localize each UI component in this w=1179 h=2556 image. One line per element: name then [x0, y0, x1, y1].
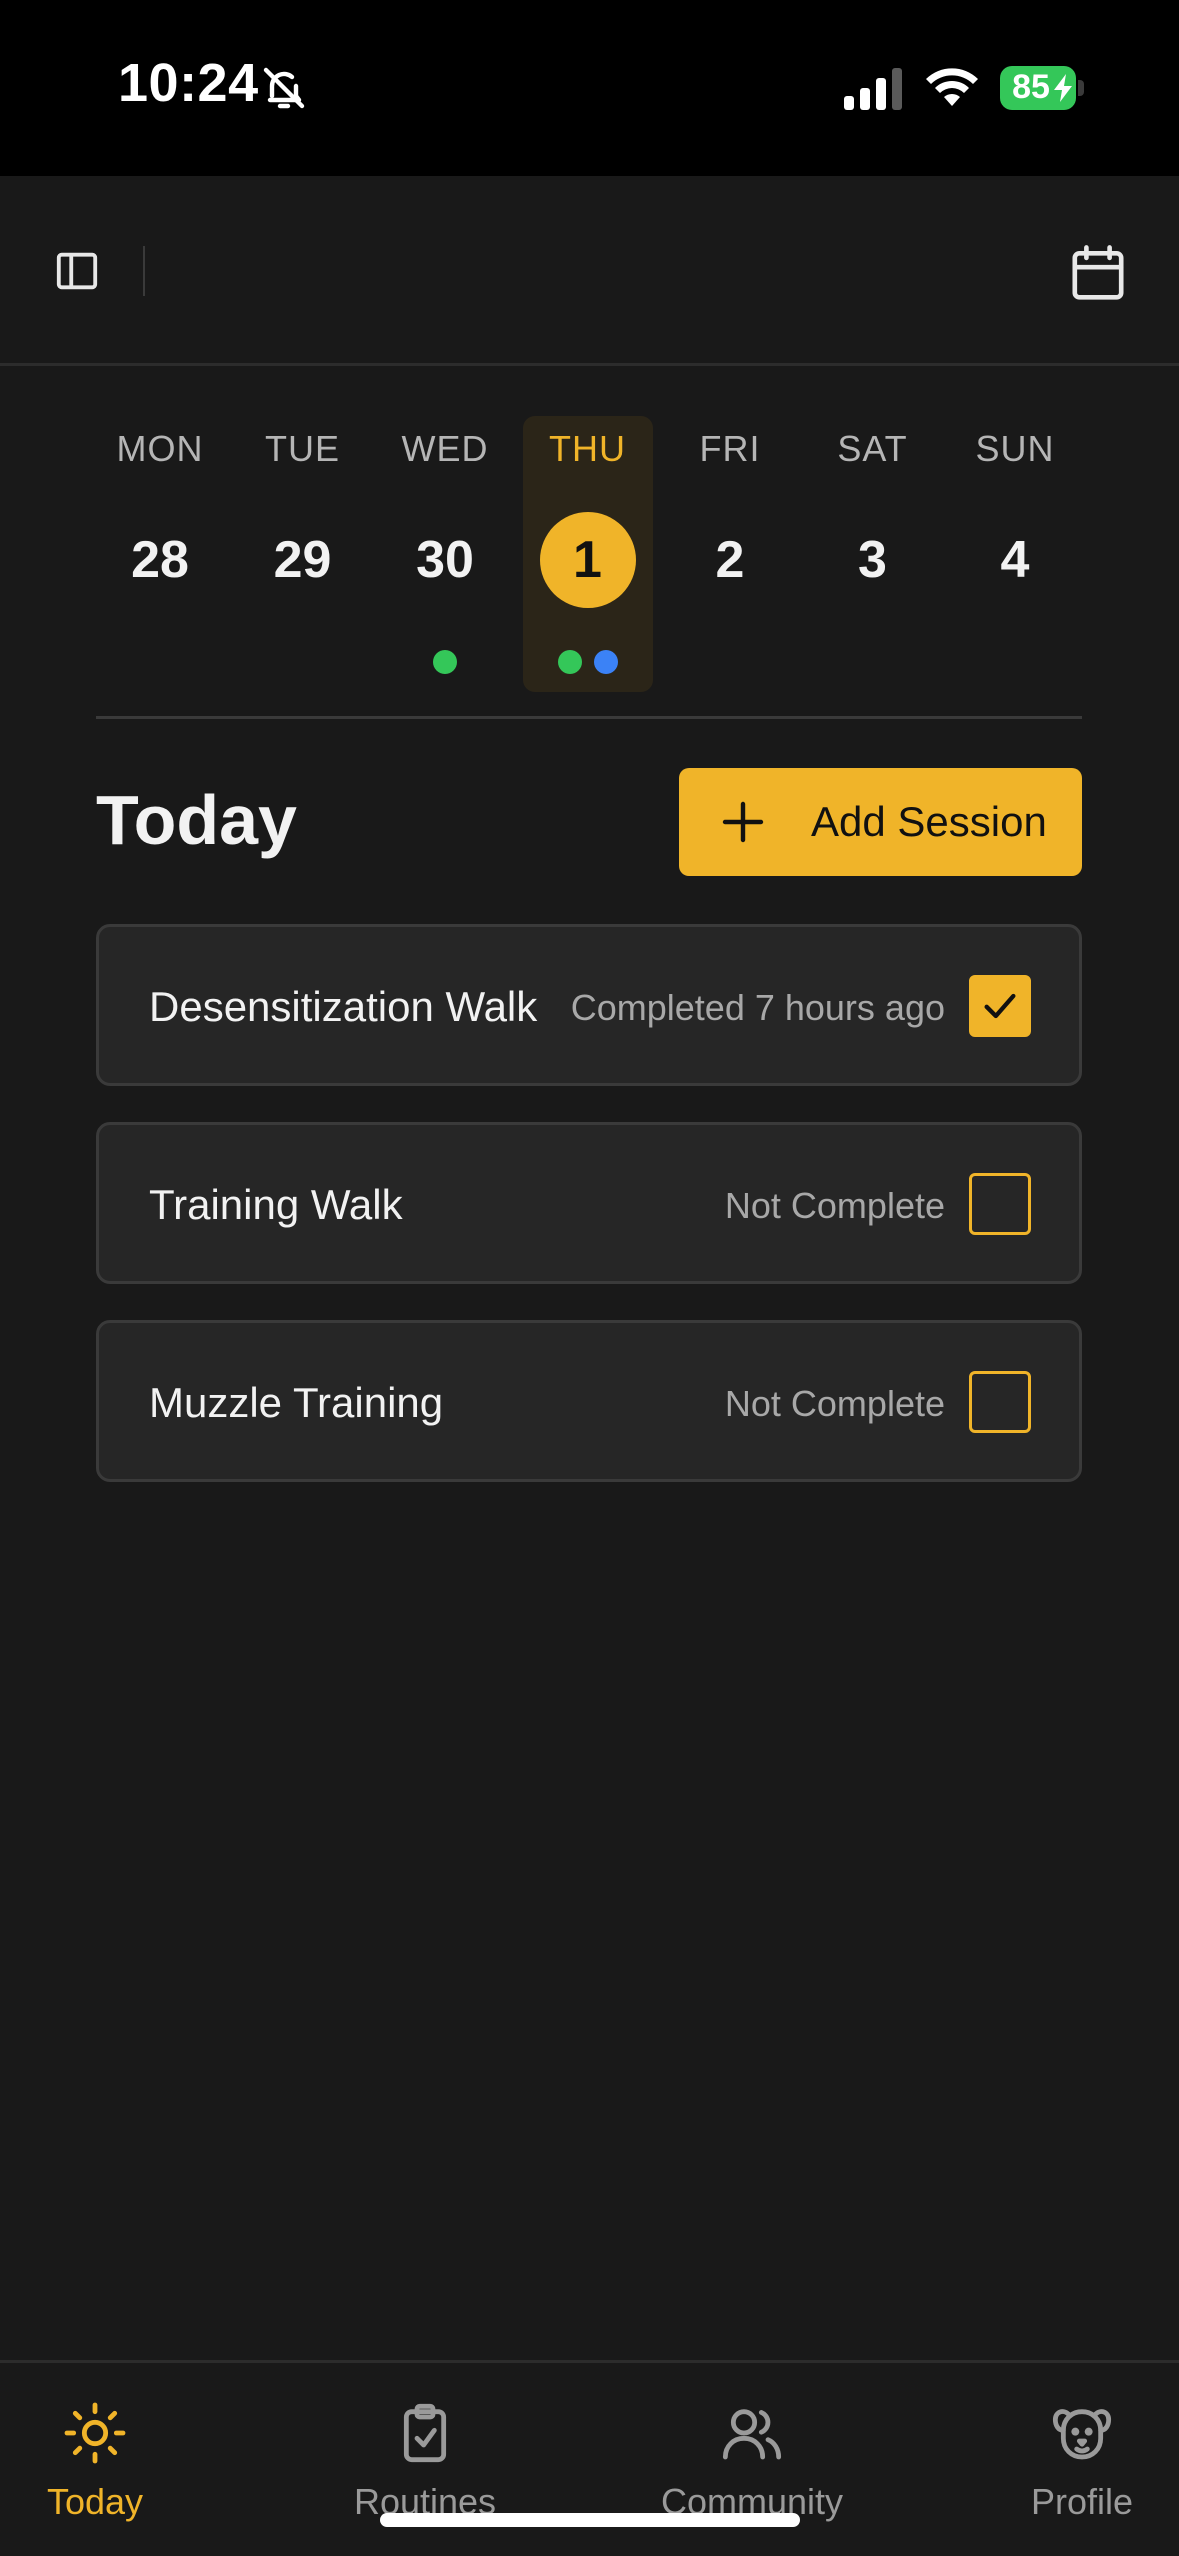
day-fri[interactable]: FRI 2 — [665, 416, 795, 692]
week-divider — [96, 716, 1082, 719]
add-session-label: Add Session — [811, 798, 1047, 845]
session-name: Muzzle Training — [149, 1379, 444, 1426]
add-session-button[interactable]: Add Session — [679, 768, 1082, 876]
signal-icon — [844, 68, 902, 110]
checkmark-icon — [984, 993, 1016, 1019]
home-indicator — [380, 2513, 800, 2527]
day-name: WED — [401, 428, 489, 469]
day-number: 3 — [858, 531, 887, 589]
day-wed[interactable]: WED 30 — [380, 416, 510, 692]
day-sat[interactable]: SAT 3 — [808, 416, 938, 692]
tab-profile[interactable]: Profile — [1000, 2363, 1164, 2556]
day-number: 28 — [131, 531, 189, 589]
session-status: Completed 7 hours ago — [570, 987, 945, 1028]
session-dot — [557, 650, 582, 674]
session-name: Desensitization Walk — [149, 983, 538, 1030]
session-dot — [433, 650, 457, 674]
day-thu[interactable]: THU 1 — [522, 416, 653, 692]
day-name: TUE — [265, 428, 340, 469]
day-tue[interactable]: TUE 29 — [238, 416, 368, 692]
session-card[interactable]: Training Walk Not Complete — [96, 1122, 1082, 1284]
day-name: SAT — [837, 428, 908, 469]
nav-divider — [143, 246, 145, 296]
session-dot — [593, 650, 618, 674]
bell-slash-icon — [263, 67, 305, 109]
day-name: SUN — [975, 428, 1055, 469]
day-name: MON — [116, 428, 204, 469]
week-strip: MON 28 TUE 29 WED 30 THU 1 FRI 2 SAT 3 SUN 4 — [0, 416, 1179, 696]
sun-icon — [64, 2402, 126, 2464]
session-dots — [380, 650, 510, 674]
tab-label: Profile — [1030, 2481, 1134, 2522]
tab-community[interactable]: Community — [642, 2363, 862, 2556]
dog-face-icon — [1052, 2409, 1112, 2460]
battery-indicator: 85 — [1000, 66, 1084, 110]
session-checkbox[interactable] — [969, 1173, 1031, 1235]
tab-routines[interactable]: Routines — [330, 2363, 520, 2556]
plus-icon — [722, 801, 764, 843]
wifi-icon — [926, 68, 978, 106]
calendar-icon[interactable] — [1070, 244, 1126, 302]
day-number: 2 — [715, 531, 745, 589]
top-nav — [0, 176, 1179, 366]
day-mon[interactable]: MON 28 — [95, 416, 225, 692]
page-title: Today — [96, 781, 297, 859]
day-number: 1 — [539, 512, 636, 608]
battery-charging-icon — [1054, 74, 1072, 102]
day-number: 29 — [273, 531, 332, 589]
status-bar: 10:24 85 — [0, 0, 1179, 176]
users-icon — [722, 2409, 782, 2460]
clipboard-check-icon — [403, 2403, 447, 2463]
sidebar-toggle-icon[interactable] — [54, 248, 100, 294]
day-name: THU — [549, 428, 626, 469]
day-number: 4 — [1000, 531, 1030, 589]
session-checkbox[interactable] — [969, 975, 1031, 1037]
session-name: Training Walk — [149, 1181, 403, 1228]
session-checkbox[interactable] — [969, 1371, 1031, 1433]
session-status: Not Complete — [724, 1383, 945, 1424]
session-status: Not Complete — [724, 1185, 945, 1226]
session-card[interactable]: Desensitization Walk Completed 7 hours a… — [96, 924, 1082, 1086]
session-dots — [523, 650, 653, 674]
day-name: FRI — [699, 428, 761, 469]
session-card[interactable]: Muzzle Training Not Complete — [96, 1320, 1082, 1482]
status-time: 10:24 — [118, 53, 259, 113]
tab-label: Today — [46, 2481, 144, 2522]
day-number: 30 — [416, 531, 474, 589]
tab-today[interactable]: Today — [0, 2363, 190, 2556]
day-sun[interactable]: SUN 4 — [950, 416, 1080, 692]
